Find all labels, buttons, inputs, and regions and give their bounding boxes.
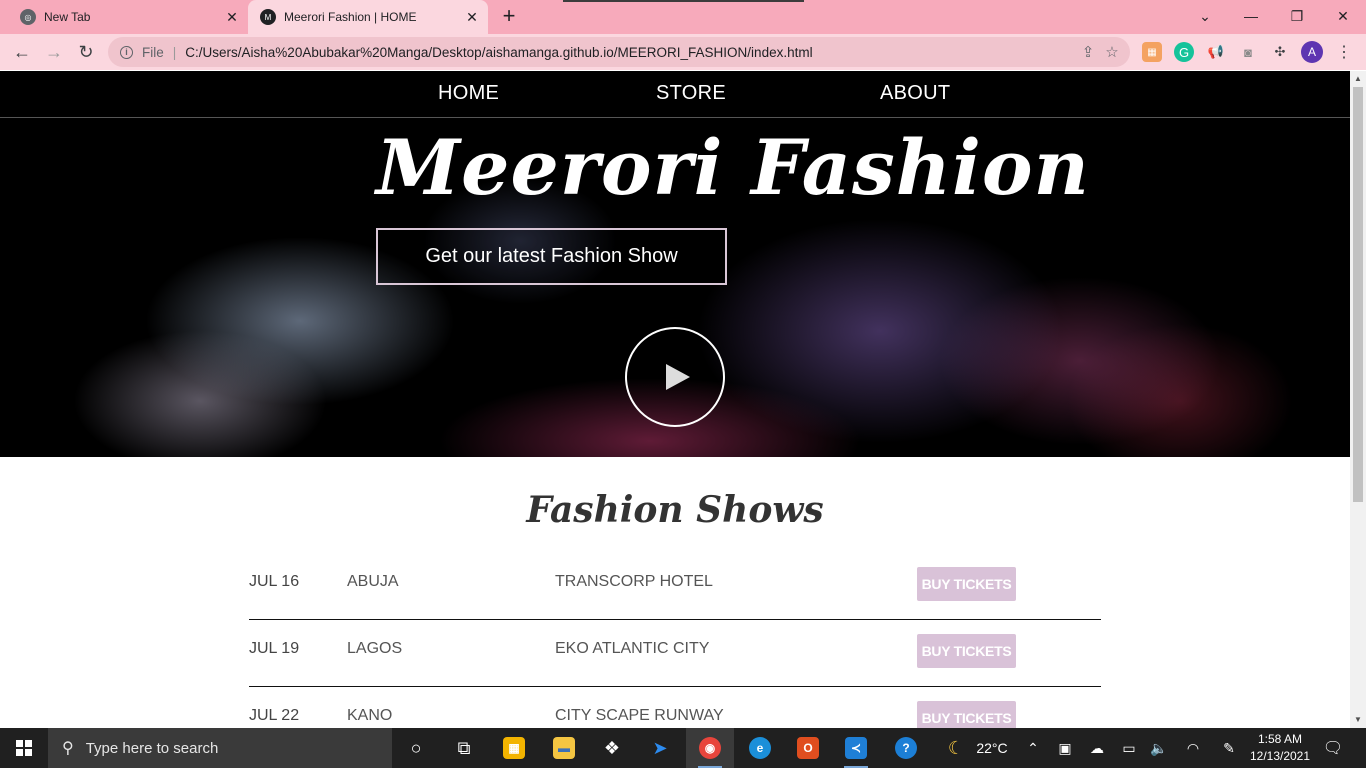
close-window-button[interactable]: ✕: [1320, 0, 1366, 32]
task-view-icon[interactable]: ⧉: [440, 728, 488, 768]
camera-icon[interactable]: ◙: [1238, 42, 1258, 62]
file-explorer-icon[interactable]: ▬: [540, 728, 588, 768]
show-city: LAGOS: [347, 640, 403, 657]
nav-home-link[interactable]: HOME: [438, 82, 499, 105]
shows-heading: Fashion Shows: [526, 489, 824, 531]
app-arrow-icon[interactable]: ➤: [636, 728, 684, 768]
tab-meerori-fashion[interactable]: M Meerori Fashion | HOME ✕: [248, 0, 488, 34]
temperature[interactable]: 22°C: [972, 728, 1012, 768]
taskbar-search[interactable]: ⚲ Type here to search: [48, 728, 392, 768]
scheme-label: File: [142, 44, 164, 60]
microsoft-store-icon[interactable]: ▦: [490, 728, 538, 768]
volume-icon[interactable]: 🔈: [1148, 728, 1170, 768]
tab-title: Meerori Fashion | HOME: [284, 10, 417, 24]
notification-icon[interactable]: 🗨: [1322, 728, 1344, 768]
latest-fashion-show-button[interactable]: Get our latest Fashion Show: [376, 228, 727, 285]
help-icon[interactable]: ?: [882, 728, 930, 768]
buy-tickets-button[interactable]: BUY TICKETS: [917, 701, 1016, 728]
extension-app-icon[interactable]: ▦: [1142, 42, 1162, 62]
show-city: KANO: [347, 707, 393, 724]
battery-icon[interactable]: ▭: [1118, 728, 1140, 768]
clock-time: 1:58 AM: [1257, 732, 1303, 746]
chrome-icon: ◎: [20, 9, 36, 25]
show-venue: TRANSCORP HOTEL: [555, 573, 713, 590]
info-icon[interactable]: i: [120, 45, 133, 59]
meet-now-icon[interactable]: ▣: [1054, 728, 1076, 768]
minimize-button[interactable]: —: [1228, 0, 1274, 32]
close-icon[interactable]: ✕: [462, 7, 482, 27]
share-icon[interactable]: ⇪: [1076, 43, 1100, 61]
extension-megaphone-icon[interactable]: 📢: [1206, 42, 1226, 62]
show-venue: EKO ATLANTIC CITY: [555, 640, 710, 657]
vscode-icon[interactable]: ≺: [832, 728, 880, 768]
grammarly-icon[interactable]: G: [1174, 42, 1194, 62]
chevron-up-icon[interactable]: ⌃: [1022, 728, 1044, 768]
forward-button[interactable]: →: [40, 38, 68, 66]
hero-section: HOME STORE ABOUT Meerori Fashion Get our…: [0, 71, 1350, 457]
pen-icon[interactable]: ✎: [1218, 728, 1240, 768]
cortana-icon[interactable]: ○: [392, 728, 440, 768]
tab-title: New Tab: [44, 10, 91, 24]
nav-about-link[interactable]: ABOUT: [880, 82, 950, 105]
show-city: ABUJA: [347, 573, 399, 590]
chevron-down-icon[interactable]: ⌄: [1182, 0, 1228, 32]
buy-tickets-button[interactable]: BUY TICKETS: [917, 634, 1016, 668]
dropbox-icon[interactable]: ❖: [588, 728, 636, 768]
new-tab-button[interactable]: +: [498, 5, 520, 28]
show-row: JUL 19 LAGOS EKO ATLANTIC CITY BUY TICKE…: [249, 620, 1101, 687]
clock-date: 12/13/2021: [1249, 749, 1311, 763]
play-icon: [666, 364, 690, 390]
reload-button[interactable]: ↻: [72, 38, 100, 66]
show-date: JUL 22: [249, 707, 300, 724]
windows-taskbar: ⚲ Type here to search ○ ⧉ ▦ ▬ ❖ ➤ ◉ e O …: [0, 728, 1366, 768]
buy-tickets-button[interactable]: BUY TICKETS: [917, 567, 1016, 601]
tab-strip: ◎ New Tab ✕ M Meerori Fashion | HOME ✕ +…: [0, 0, 1366, 34]
site-favicon-icon: M: [260, 9, 276, 25]
top-indicator: [563, 0, 804, 2]
back-button[interactable]: ←: [8, 38, 36, 66]
nav-store-link[interactable]: STORE: [656, 82, 726, 105]
show-row: JUL 16 ABUJA TRANSCORP HOTEL BUY TICKETS: [249, 553, 1101, 620]
system-clock[interactable]: 1:58 AM 12/13/2021: [1248, 731, 1312, 765]
tab-new-tab[interactable]: ◎ New Tab ✕: [0, 0, 248, 34]
show-row: JUL 22 KANO CITY SCAPE RUNWAY BUY TICKET…: [249, 687, 1101, 728]
restore-button[interactable]: ❐: [1274, 0, 1320, 32]
close-icon[interactable]: ✕: [222, 7, 242, 27]
puzzle-icon[interactable]: ✣: [1270, 42, 1290, 62]
page-scrollbar[interactable]: ▲ ▼: [1350, 71, 1366, 728]
moon-weather-icon[interactable]: ☾: [940, 728, 972, 768]
page-viewport: HOME STORE ABOUT Meerori Fashion Get our…: [0, 71, 1350, 728]
play-video-button[interactable]: [625, 327, 725, 427]
site-nav: HOME STORE ABOUT: [0, 71, 1350, 118]
onedrive-icon[interactable]: ☁: [1086, 728, 1108, 768]
address-bar[interactable]: i File | C:/Users/Aisha%20Abubakar%20Man…: [108, 37, 1130, 67]
url-text[interactable]: C:/Users/Aisha%20Abubakar%20Manga/Deskto…: [185, 45, 1076, 60]
show-date: JUL 19: [249, 640, 300, 657]
start-button[interactable]: [0, 728, 48, 768]
network-icon[interactable]: ◠: [1182, 728, 1204, 768]
scrollbar-thumb[interactable]: [1353, 87, 1363, 502]
separator: |: [172, 44, 177, 60]
scroll-down-arrow-icon[interactable]: ▼: [1350, 712, 1366, 728]
show-date: JUL 16: [249, 573, 300, 590]
bookmark-star-icon[interactable]: ☆: [1100, 43, 1124, 61]
search-icon: ⚲: [62, 740, 74, 757]
search-placeholder: Type here to search: [85, 739, 219, 757]
show-venue: CITY SCAPE RUNWAY: [555, 707, 724, 724]
browser-toolbar: ← → ↻ i File | C:/Users/Aisha%20Abubakar…: [0, 34, 1366, 70]
scroll-up-arrow-icon[interactable]: ▲: [1350, 71, 1366, 87]
hero-title: Meerori Fashion: [376, 123, 1090, 212]
edge-icon[interactable]: e: [736, 728, 784, 768]
windows-logo-icon: [16, 740, 32, 756]
profile-avatar[interactable]: A: [1301, 41, 1323, 63]
office-icon[interactable]: O: [784, 728, 832, 768]
chrome-taskbar-icon[interactable]: ◉: [686, 728, 734, 768]
kebab-menu-icon[interactable]: ⋮: [1334, 42, 1354, 62]
